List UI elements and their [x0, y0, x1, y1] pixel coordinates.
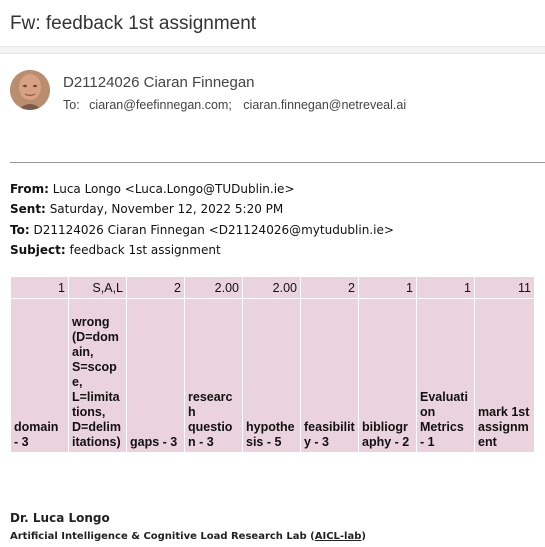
signature: Dr. Luca Longo Artificial Intelligence &…	[10, 511, 366, 542]
grades-headers-row: domain - 3 wrong (D=domain, S=scope, L=l…	[10, 298, 535, 453]
grade-header: research question - 3	[184, 298, 243, 453]
grade-value: 2	[300, 276, 359, 299]
forwarded-header: From: Luca Longo <Luca.Longo@TUDublin.ie…	[10, 179, 394, 260]
grade-value: 1	[358, 276, 417, 299]
grades-values-row: 1 S,A,L 2 2.00 2.00 2 1 1 11	[10, 276, 535, 299]
forward-divider	[10, 162, 545, 163]
sender-name[interactable]: D21124026 Ciaran Finnegan	[63, 74, 255, 91]
grade-header: bibliography - 2	[358, 298, 417, 453]
message-subject-bar: Fw: feedback 1st assignment	[0, 0, 545, 46]
grade-value: 2.00	[242, 276, 301, 299]
grade-value: 2.00	[184, 276, 243, 299]
grade-header: feasibility - 3	[300, 298, 359, 453]
recipient-address[interactable]: ciaran.finnegan@netreveal.ai	[243, 98, 406, 112]
lab-link[interactable]: AICL-lab	[315, 531, 362, 542]
grade-header: wrong (D=domain, S=scope, L=limitations,…	[68, 298, 127, 453]
grade-value: 2	[126, 276, 185, 299]
grade-header: hypothesis - 5	[242, 298, 301, 453]
header-divider	[0, 46, 545, 54]
grade-header: domain - 3	[10, 298, 69, 453]
message-subject: Fw: feedback 1st assignment	[10, 13, 257, 34]
grade-value: 1	[416, 276, 475, 299]
signature-lab: Artificial Intelligence & Cognitive Load…	[10, 531, 366, 542]
to-label: To:	[63, 98, 80, 112]
signature-name: Dr. Luca Longo	[10, 511, 110, 525]
grade-value: 1	[10, 276, 69, 299]
grade-header: gaps - 3	[126, 298, 185, 453]
grade-header: mark 1st assignment	[474, 298, 535, 453]
grade-header: Evaluation Metrics - 1	[416, 298, 475, 453]
forwarded-subject: Subject: feedback 1st assignment	[10, 242, 221, 257]
grades-table: 1 S,A,L 2 2.00 2.00 2 1 1 11 domain - 3 …	[10, 276, 535, 453]
avatar[interactable]	[10, 70, 50, 110]
recipients-line: To: ciaran@feefinnegan.com; ciaran.finne…	[63, 98, 414, 112]
forwarded-from: From: Luca Longo <Luca.Longo@TUDublin.ie…	[10, 182, 295, 196]
recipient-address[interactable]: ciaran@feefinnegan.com;	[89, 98, 232, 112]
forwarded-sent: Sent: Saturday, November 12, 2022 5:20 P…	[10, 202, 284, 217]
message-header: D21124026 Ciaran Finnegan To: ciaran@fee…	[10, 70, 535, 118]
forwarded-to: To: D21124026 Ciaran Finnegan <D21124026…	[10, 222, 394, 237]
grade-value: S,A,L	[68, 276, 127, 299]
grade-value: 11	[474, 276, 535, 299]
